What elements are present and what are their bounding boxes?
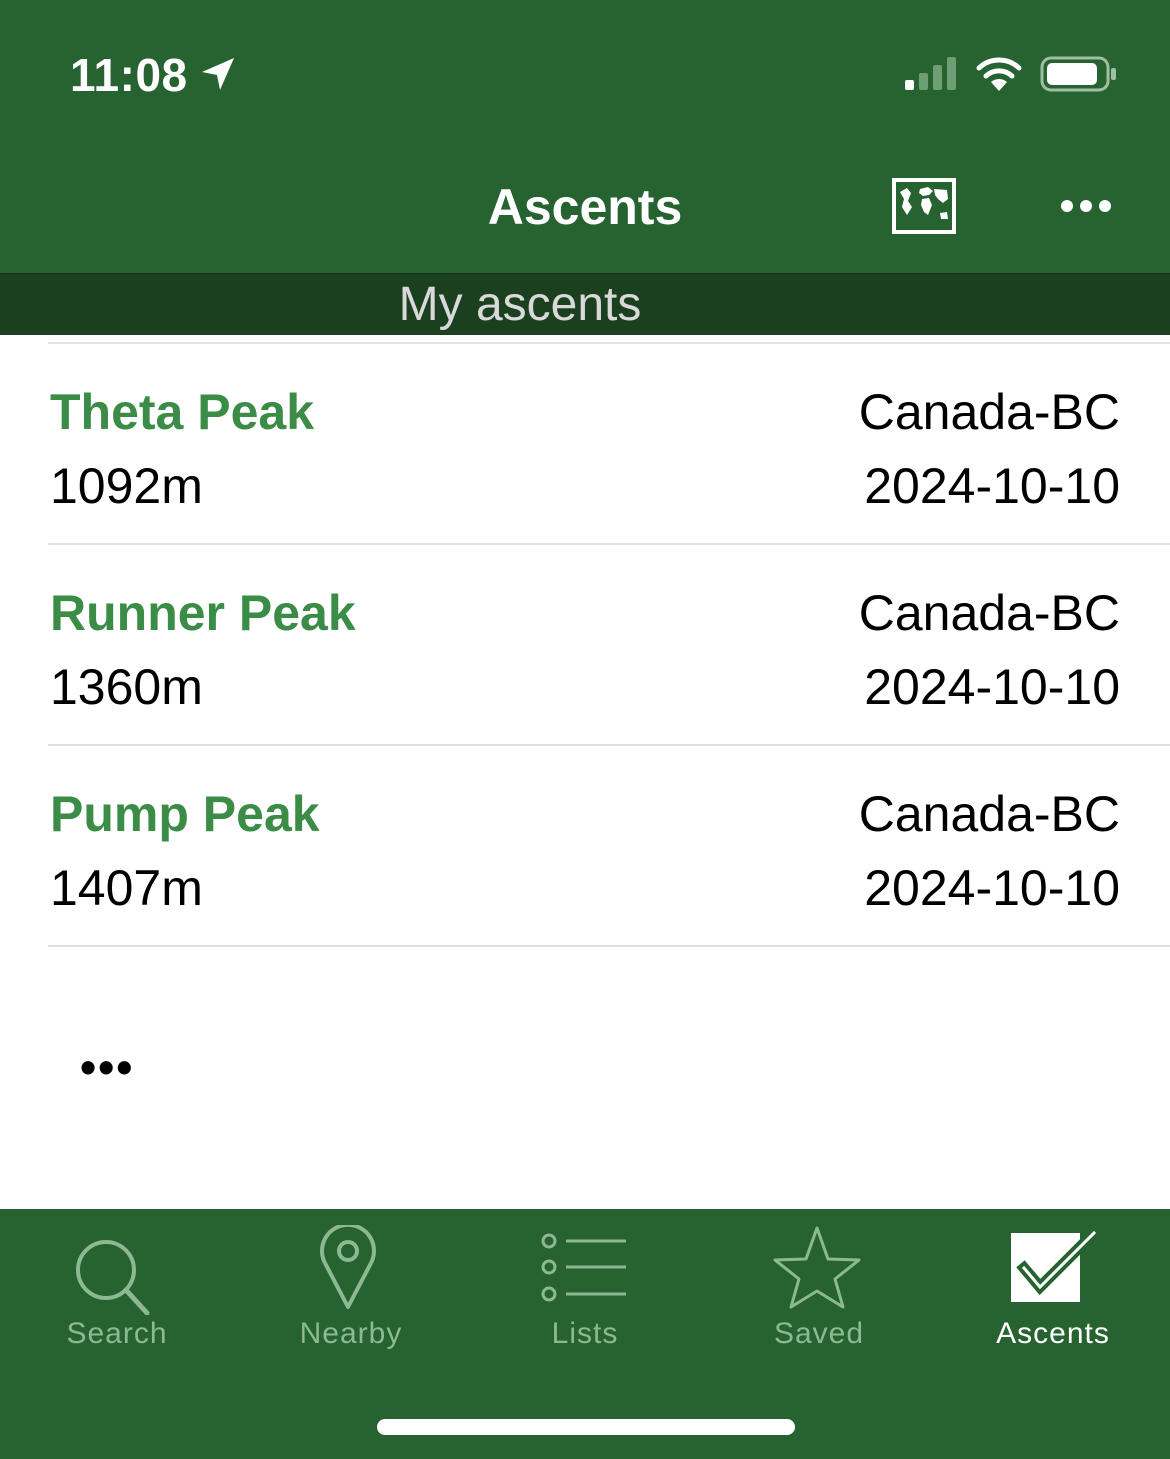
ascent-date: 2024-10-10: [864, 659, 1120, 715]
tab-label: Search: [66, 1317, 168, 1350]
ascent-date: 2024-10-10: [864, 860, 1120, 916]
ascent-date: 2024-10-10: [864, 458, 1120, 514]
list-divider: [48, 342, 1170, 344]
tab-lists[interactable]: Lists: [468, 1209, 702, 1369]
home-indicator[interactable]: [377, 1419, 795, 1435]
tab-ascents[interactable]: Ascents: [936, 1209, 1170, 1369]
wifi-icon: [976, 57, 1022, 91]
search-icon: [76, 1240, 150, 1315]
tab-label: Saved: [773, 1317, 865, 1350]
list-icon: [541, 1233, 626, 1302]
page-title: Ascents: [487, 179, 683, 235]
tab-label: Nearby: [299, 1317, 403, 1350]
row-divider: [48, 945, 1170, 947]
tab-label: Ascents: [996, 1317, 1110, 1350]
more-options-button[interactable]: [1058, 192, 1114, 220]
peak-name: Runner Peak: [50, 585, 356, 641]
peak-elevation: 1092m: [50, 458, 203, 514]
peak-region: Canada-BC: [858, 585, 1120, 641]
peak-name: Pump Peak: [50, 786, 320, 842]
star-icon: [773, 1226, 861, 1309]
tab-saved[interactable]: Saved: [702, 1209, 936, 1369]
location-pin-icon: [320, 1225, 376, 1309]
peak-elevation: 1360m: [50, 659, 203, 715]
world-map-button[interactable]: [891, 177, 957, 235]
location-arrow-icon: [202, 58, 234, 90]
ascent-row[interactable]: Theta Peak 1092m Canada-BC 2024-10-10: [0, 345, 1170, 545]
ascent-row[interactable]: Runner Peak 1360m Canada-BC 2024-10-10: [0, 546, 1170, 746]
peak-region: Canada-BC: [858, 384, 1120, 440]
tab-label: Lists: [551, 1317, 619, 1350]
row-divider: [48, 744, 1170, 746]
tab-bar: Search Nearby Lists Saved Ascents: [0, 1209, 1170, 1459]
row-divider: [48, 543, 1170, 545]
load-more-button[interactable]: •••: [80, 1040, 134, 1094]
status-time: 11:08: [70, 49, 188, 101]
peak-region: Canada-BC: [858, 786, 1120, 842]
peak-elevation: 1407m: [50, 860, 203, 916]
tab-nearby[interactable]: Nearby: [234, 1209, 468, 1369]
app-header: 11:08 Ascents: [0, 0, 1170, 273]
section-title: My ascents: [398, 278, 642, 331]
tab-search[interactable]: Search: [0, 1209, 234, 1369]
ascent-row[interactable]: Pump Peak 1407m Canada-BC 2024-10-10: [0, 747, 1170, 947]
peak-name: Theta Peak: [50, 384, 315, 440]
checkbox-icon: [1011, 1225, 1102, 1302]
cellular-signal-icon: [905, 57, 956, 90]
battery-icon: [1040, 56, 1116, 92]
